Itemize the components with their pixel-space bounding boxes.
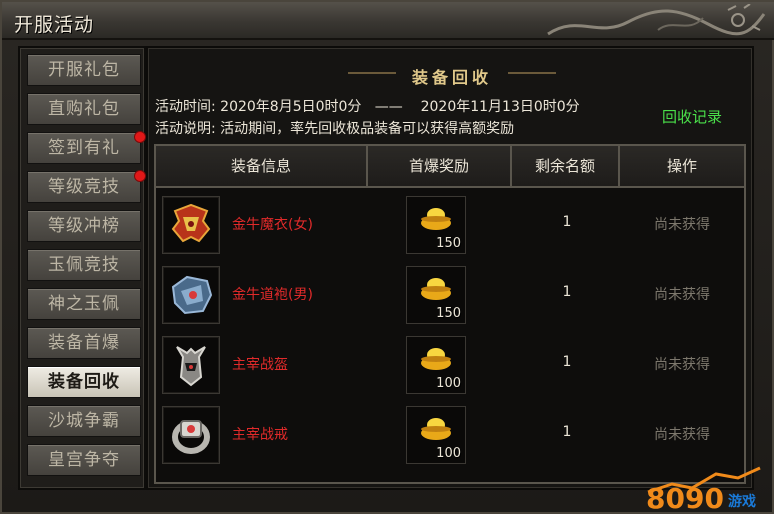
status-text: 尚未获得 [654, 287, 710, 303]
table-header: 装备信息 首爆奖励 剩余名额 操作 [156, 146, 744, 188]
sidebar-item-label: 沙城争霸 [48, 411, 120, 431]
time-separator: —— [374, 99, 403, 115]
sidebar-item-label: 等级冲榜 [48, 216, 120, 236]
sidebar-item-label: 装备首爆 [48, 333, 120, 353]
gold-ingot-icon[interactable]: 100 [406, 336, 466, 394]
table-row: 主宰战盔 100 1 尚未获得 [156, 330, 744, 400]
sidebar-item-label: 装备回收 [48, 372, 120, 392]
main-panel: 装备回收 活动时间: 2020年8月5日0时0分 —— 2020年11月13日0… [146, 46, 754, 490]
watermark-number: 8090 [646, 482, 724, 514]
sidebar-item-label: 皇宫争夺 [48, 450, 120, 470]
title-bar: 开服活动 [2, 2, 774, 40]
sidebar-item-jade-competition[interactable]: 玉佩竞技 [27, 249, 141, 281]
desc-label: 活动说明: [155, 121, 216, 137]
header-divider-right [508, 72, 556, 74]
demon-armor-icon[interactable] [162, 196, 220, 254]
reward-amount: 100 [436, 446, 461, 461]
sidebar-item-sign-in-gift[interactable]: 签到有礼 [27, 131, 146, 164]
reward-amount: 150 [436, 306, 461, 321]
sidebar-item-direct-buy-gift[interactable]: 直购礼包 [27, 93, 141, 125]
column-header-equipment: 装备信息 [156, 146, 368, 186]
status-text: 尚未获得 [654, 427, 710, 443]
sidebar-item-level-ranking[interactable]: 等级冲榜 [27, 210, 141, 242]
sidebar-item-castle-war[interactable]: 沙城争霸 [27, 405, 141, 437]
table-row: 金牛道袍(男) 150 1 尚未获得 [156, 260, 744, 330]
remaining-count: 1 [562, 214, 572, 230]
gold-ingot-icon[interactable]: 150 [406, 196, 466, 254]
time-end: 2020年11月13日0时0分 [420, 99, 580, 115]
gold-ingot-icon[interactable]: 150 [406, 266, 466, 324]
table-row: 金牛魔衣(女) 150 1 尚未获得 [156, 190, 744, 260]
sidebar-item-label: 开服礼包 [48, 60, 120, 80]
time-label: 活动时间: [155, 99, 216, 115]
column-header-action: 操作 [666, 157, 697, 175]
sidebar-item-label: 等级竞技 [48, 177, 120, 197]
window-title: 开服活动 [14, 14, 95, 36]
activity-window: 开服活动 开服礼包 直购礼包 签到有礼 等级竞技 等级冲榜 玉佩竞技 神之玉佩 … [0, 0, 774, 514]
ring-icon[interactable] [162, 406, 220, 464]
dragon-ornament-icon [547, 4, 766, 36]
notification-dot [134, 131, 146, 143]
sidebar-item-palace-war[interactable]: 皇宫争夺 [27, 444, 141, 476]
sidebar-item-equip-recycle[interactable]: 装备回收 [27, 366, 141, 398]
sidebar-item-label: 玉佩竞技 [48, 255, 120, 275]
sidebar-item-opening-gift[interactable]: 开服礼包 [27, 54, 141, 86]
time-start: 2020年8月5日0时0分 [220, 99, 362, 115]
equipment-name: 金牛魔衣(女) [232, 217, 313, 233]
reward-amount: 150 [436, 236, 461, 251]
sidebar-item-label: 签到有礼 [48, 138, 120, 158]
remaining-count: 1 [562, 284, 572, 300]
gold-ingot-icon[interactable]: 100 [406, 406, 466, 464]
remaining-count: 1 [562, 354, 572, 370]
activity-time: 活动时间: 2020年8月5日0时0分 —— 2020年11月13日0时0分 [155, 96, 580, 116]
column-header-first-drop-reward: 首爆奖励 [368, 146, 512, 186]
taoist-robe-icon[interactable] [162, 266, 220, 324]
watermark-suffix: 游戏 [728, 493, 756, 510]
equipment-name: 主宰战戒 [232, 427, 288, 443]
notification-dot [134, 170, 146, 182]
helmet-icon[interactable] [162, 336, 220, 394]
column-header-remaining: 剩余名额 [512, 146, 620, 186]
site-logo-watermark: 8090 游戏 [646, 466, 761, 514]
reward-amount: 100 [436, 376, 461, 391]
status-text: 尚未获得 [654, 357, 710, 373]
sidebar-item-label: 直购礼包 [48, 99, 120, 119]
page-title: 装备回收 [411, 68, 492, 87]
recycle-record-link[interactable]: 回收记录 [662, 106, 722, 127]
remaining-count: 1 [562, 424, 572, 440]
sidebar-item-equip-first-drop[interactable]: 装备首爆 [27, 327, 141, 359]
sidebar-item-label: 神之玉佩 [48, 294, 120, 314]
table-row: 主宰战戒 100 1 尚未获得 [156, 400, 744, 470]
recycle-table: 装备信息 首爆奖励 剩余名额 操作 金牛魔衣(女) 150 1 尚未获得 金牛道… [154, 144, 746, 484]
equipment-name: 主宰战盔 [232, 357, 288, 373]
activity-description: 活动说明: 活动期间，率先回收极品装备可以获得高额奖励 [155, 118, 514, 138]
sidebar-item-divine-jade[interactable]: 神之玉佩 [27, 288, 141, 320]
sidebar: 开服礼包 直购礼包 签到有礼 等级竞技 等级冲榜 玉佩竞技 神之玉佩 装备首爆 … [18, 46, 146, 490]
desc-text: 活动期间，率先回收极品装备可以获得高额奖励 [220, 121, 515, 137]
sidebar-item-level-competition[interactable]: 等级竞技 [27, 170, 146, 203]
equipment-name: 金牛道袍(男) [232, 287, 313, 303]
status-text: 尚未获得 [654, 217, 710, 233]
